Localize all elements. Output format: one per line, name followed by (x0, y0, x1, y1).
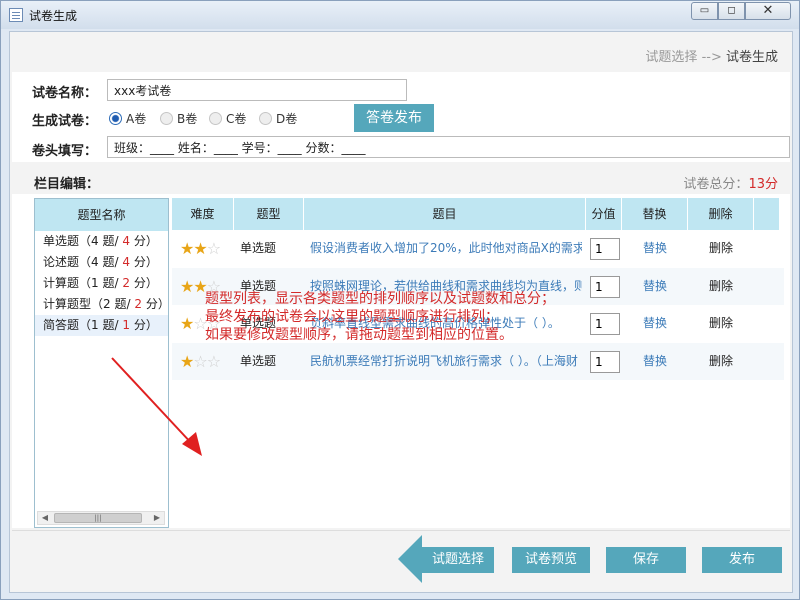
total-score-unit: 分 (764, 177, 778, 192)
title-bar[interactable]: 试卷生成 ▭ ◻ ✕ (1, 1, 799, 29)
total-score-value: 13 (748, 177, 765, 192)
maximize-icon: ◻ (727, 5, 736, 16)
app-window: 试卷生成 ▭ ◻ ✕ 试题选择 --> 试卷生成 试卷名称： xxx考试卷 生成… (0, 0, 800, 600)
paper-header-input[interactable]: 班级：____ 姓名：____ 学号：____ 分数：____ (107, 136, 790, 158)
radio-paper-a[interactable]: A卷 (109, 110, 146, 127)
paper-settings-form: 试卷名称： xxx考试卷 生成试卷： A卷 B卷 C卷 D卷 答卷发布 卷头填写… (12, 72, 790, 162)
radio-paper-a-label: A卷 (126, 112, 147, 126)
maximize-button[interactable]: ◻ (718, 2, 745, 20)
annotation-line: 题型列表，显示各类题型的排列顺序以及试题数和总分； (205, 291, 555, 307)
window-app-icon (9, 8, 23, 22)
close-button[interactable]: ✕ (745, 2, 791, 20)
section-edit-label: 栏目编辑： (34, 177, 100, 192)
client-area: 试题选择 --> 试卷生成 试卷名称： xxx考试卷 生成试卷： A卷 B卷 C… (9, 31, 793, 593)
save-button[interactable]: 保存 (606, 547, 686, 573)
generate-paper-label: 生成试卷： (32, 114, 98, 129)
preview-button[interactable]: 试卷预览 (512, 547, 590, 573)
radio-unchecked-icon (209, 112, 222, 125)
breadcrumb: 试题选择 --> 试卷生成 (645, 46, 778, 65)
radio-paper-b-label: B卷 (177, 112, 198, 126)
paper-name-input[interactable]: xxx考试卷 (107, 79, 407, 101)
radio-paper-d[interactable]: D卷 (259, 110, 297, 127)
radio-unchecked-icon (160, 112, 173, 125)
breadcrumb-step-select: 试题选择 (645, 50, 698, 65)
radio-paper-b[interactable]: B卷 (160, 110, 197, 127)
answer-publish-button[interactable]: 答卷发布 (354, 104, 434, 132)
radio-paper-d-label: D卷 (276, 112, 298, 126)
publish-button[interactable]: 发布 (702, 547, 782, 573)
breadcrumb-step-generate: 试卷生成 (725, 50, 778, 65)
minimize-icon: ▭ (699, 5, 710, 16)
radio-paper-c[interactable]: C卷 (209, 110, 246, 127)
radio-paper-c-label: C卷 (226, 112, 247, 126)
paper-name-label: 试卷名称： (32, 86, 98, 101)
total-score-label: 试卷总分： (683, 177, 749, 192)
close-icon: ✕ (762, 3, 774, 18)
radio-unchecked-icon (259, 112, 272, 125)
radio-checked-icon (109, 112, 122, 125)
annotation-line: 如果要修改题型顺序，请拖动题型到相应的位置。 (205, 327, 513, 343)
annotation-note: 题型列表，显示各类题型的排列顺序以及试题数和总分； 最终发布的试卷会以这里的题型… (205, 290, 555, 344)
breadcrumb-arrow: --> (701, 50, 722, 65)
window-title: 试卷生成 (29, 9, 78, 23)
section-editor: 题型名称 单选题（4 题/ 4 分） 论述题（4 题/ 4 分） 计算题（1 题… (12, 194, 790, 528)
paper-header-label: 卷头填写： (32, 144, 98, 159)
minimize-button[interactable]: ▭ (691, 2, 718, 20)
back-button-label[interactable]: 试题选择 (422, 547, 494, 573)
annotation-arrow (111, 357, 202, 456)
annotation-line: 最终发布的试卷会以这里的题型顺序进行排列； (205, 309, 499, 325)
footer-bar: 试题选择 试卷预览 保存 发布 (12, 530, 790, 590)
paper-total-score: 试卷总分：13分 (683, 173, 778, 192)
